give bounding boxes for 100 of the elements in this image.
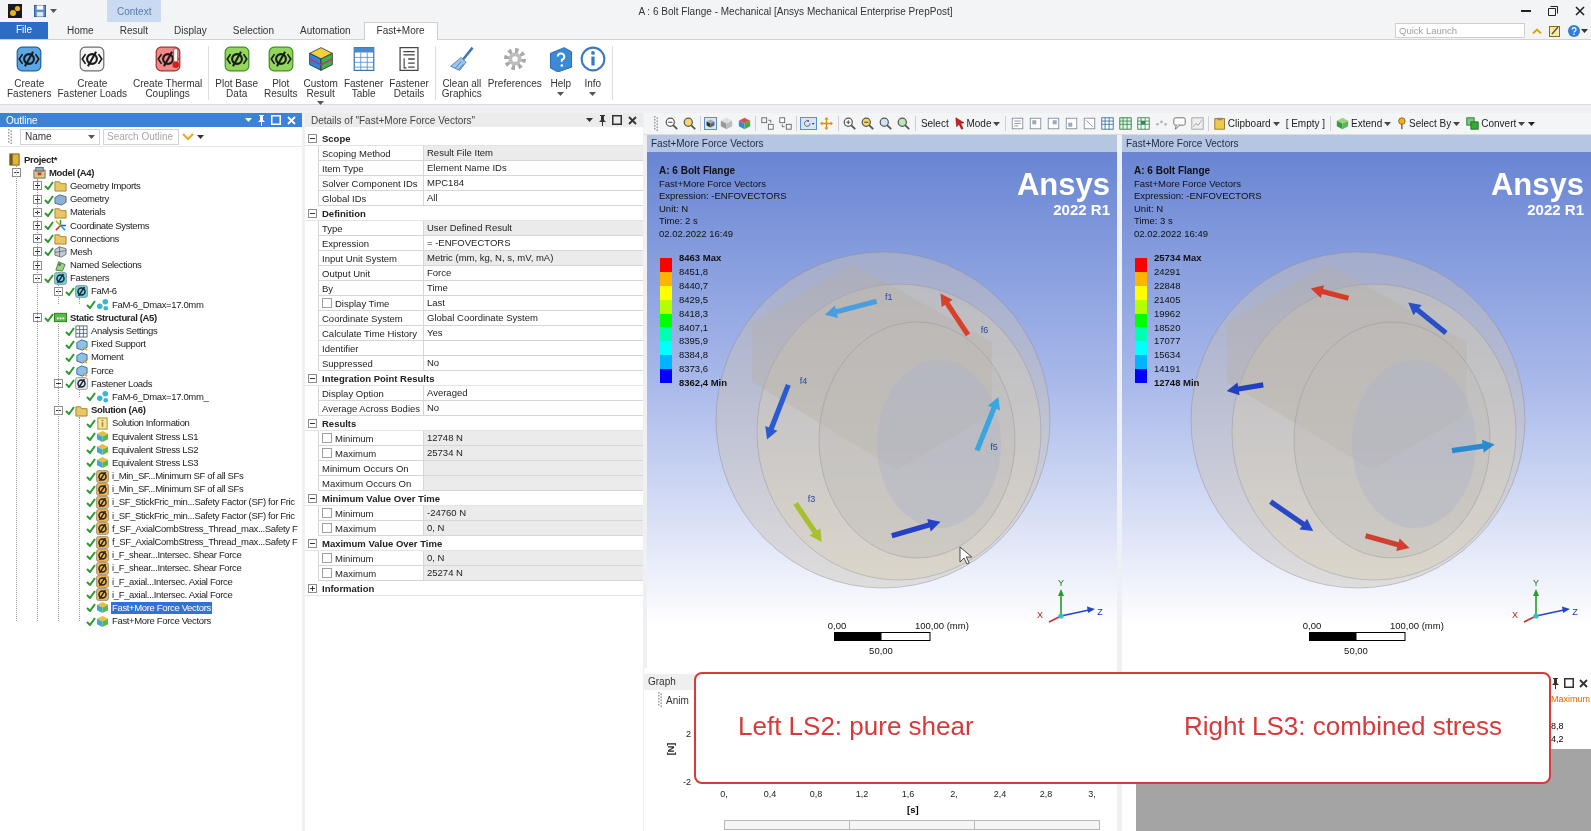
- ribbon-button[interactable]: Fastener Details: [386, 46, 432, 98]
- property-value[interactable]: Averaged: [424, 386, 643, 401]
- checkbox[interactable]: [322, 433, 332, 443]
- checkbox[interactable]: [322, 298, 332, 308]
- minus-box-icon[interactable]: [54, 405, 63, 415]
- ribbon-button[interactable]: Preferences: [484, 46, 545, 89]
- tree-item[interactable]: i_F_axial...Intersec. Axial Force: [111, 588, 234, 601]
- frame-icon[interactable]: [1082, 117, 1096, 130]
- property-value[interactable]: All: [424, 191, 643, 206]
- select-button[interactable]: Select: [917, 118, 952, 129]
- tree-item[interactable]: FaM-6_Dmax=17.0mm: [111, 298, 205, 311]
- caret-icon[interactable]: [1272, 121, 1280, 126]
- ribbon-button[interactable]: Plot Results: [261, 46, 301, 98]
- caret-icon[interactable]: [993, 121, 1001, 126]
- property-value[interactable]: Last: [424, 296, 643, 311]
- extend-button[interactable]: Extend: [1333, 117, 1395, 130]
- tree-item[interactable]: FaM-6_Dmax=17.0mm_: [111, 390, 210, 403]
- tree-item[interactable]: i_F_axial...Intersec. Axial Force: [111, 575, 234, 588]
- tree-item[interactable]: f_SF_AxialCombStress_Thread_max...Safety F: [111, 522, 299, 535]
- ribbon-button[interactable]: Clean all Graphics: [438, 46, 485, 98]
- tree-item[interactable]: Geometry Imports: [69, 179, 142, 192]
- minus-box-icon[interactable]: [308, 208, 317, 218]
- tree-item[interactable]: Coordinate Systems: [69, 219, 151, 232]
- tree-item[interactable]: i_SF_StickFric_min...Safety Factor (SF) for Fric: [111, 496, 296, 509]
- minus-box-icon[interactable]: [308, 373, 317, 383]
- caret-icon[interactable]: [1518, 121, 1526, 126]
- ribbon-button[interactable]: Create Thermal Couplings: [129, 46, 206, 98]
- caret-icon[interactable]: [1384, 121, 1392, 126]
- tree-item[interactable]: f_SF_AxialCombStress_Thread_max...Safety F: [111, 536, 299, 549]
- property-value[interactable]: Yes: [424, 326, 643, 341]
- ribbon-button[interactable]: Plot Base Data: [212, 46, 262, 98]
- magnifier-icon[interactable]: [682, 117, 696, 130]
- plus-box-icon[interactable]: [308, 583, 317, 593]
- checkbox[interactable]: [322, 553, 332, 563]
- magnifier-icon[interactable]: [664, 117, 678, 130]
- search-field[interactable]: Search Outline: [103, 128, 179, 145]
- magnifier-icon[interactable]: [861, 117, 875, 130]
- ribbon-button[interactable]: Create Fasteners: [4, 46, 55, 98]
- plus-box-icon[interactable]: [33, 207, 42, 217]
- property-value[interactable]: Global Coordinate System: [424, 311, 643, 326]
- restore-icon[interactable]: [1548, 6, 1558, 16]
- select-by-button[interactable]: Select By: [1394, 117, 1464, 130]
- ribbon-tab[interactable]: Automation: [287, 22, 364, 39]
- minus-box-icon[interactable]: [54, 286, 63, 296]
- ribbon-tab[interactable]: Display: [161, 22, 220, 39]
- clipboard-button[interactable]: Clipboard: [1211, 117, 1283, 130]
- caret-icon[interactable]: [197, 134, 204, 139]
- magnifier-icon[interactable]: [843, 117, 857, 130]
- table-grid-icon[interactable]: [1136, 117, 1150, 130]
- plus-box-icon[interactable]: [33, 234, 42, 244]
- tree-item[interactable]: Fast+More Force Vectors: [111, 601, 212, 614]
- tree-item[interactable]: i_SF_StickFric_min...Safety Factor (SF) for Fric: [111, 509, 296, 522]
- tree-item[interactable]: Solution (A6): [90, 404, 147, 417]
- tree-item[interactable]: Project*: [23, 153, 59, 166]
- select-box-icon[interactable]: [760, 117, 774, 130]
- property-value[interactable]: Force: [424, 266, 643, 281]
- tree-item[interactable]: Model (A4): [48, 166, 96, 179]
- tree-item[interactable]: Named Selections: [69, 259, 143, 272]
- ribbon-button[interactable]: Create Fastener Loads: [54, 46, 130, 98]
- table-grid-icon[interactable]: [1118, 117, 1132, 130]
- tree-item[interactable]: Fixed Support: [90, 338, 147, 351]
- checkbox[interactable]: [322, 508, 332, 518]
- frame-icon[interactable]: [1046, 117, 1060, 130]
- caret-icon[interactable]: [557, 91, 565, 96]
- property-value[interactable]: Time: [424, 281, 643, 296]
- plus-box-icon[interactable]: [33, 247, 42, 257]
- caret-icon[interactable]: [586, 118, 593, 122]
- grip-handle[interactable]: [8, 128, 12, 145]
- save-icon[interactable]: [34, 5, 46, 17]
- cube-icon[interactable]: [703, 117, 717, 130]
- property-value[interactable]: MPC184: [424, 176, 643, 191]
- close-icon[interactable]: [1575, 6, 1585, 16]
- ribbon-button[interactable]: Fastener Table: [340, 46, 387, 98]
- tree-item[interactable]: i_F_shear...Intersec. Shear Force: [111, 549, 243, 562]
- caret-icon[interactable]: [317, 101, 325, 105]
- checkbox[interactable]: [322, 448, 332, 458]
- frame-icon[interactable]: [1028, 117, 1042, 130]
- ribbon-tab[interactable]: Home: [54, 22, 107, 39]
- plus-box-icon[interactable]: [33, 194, 42, 204]
- maximize-icon[interactable]: [1564, 678, 1574, 688]
- rotate-icon[interactable]: [799, 117, 818, 130]
- magnifier-icon[interactable]: [897, 117, 911, 130]
- tree-item[interactable]: Fast+More Force Vectors: [111, 615, 212, 628]
- mode-button[interactable]: Mode: [951, 117, 1004, 130]
- grip-handle[interactable]: [658, 692, 662, 708]
- ribbon-button[interactable]: Custom Result: [300, 46, 341, 105]
- help-icon[interactable]: [1568, 24, 1580, 37]
- caret-icon[interactable]: [589, 91, 597, 96]
- ribbon-tab[interactable]: Fast+More: [363, 22, 438, 40]
- tree-item[interactable]: i_Min_SF...Minimum SF of all SFs: [111, 483, 245, 496]
- maximize-icon[interactable]: [612, 115, 622, 125]
- grip-handle[interactable]: [654, 115, 658, 132]
- property-value[interactable]: No: [424, 401, 643, 416]
- pin-icon[interactable]: [599, 114, 606, 126]
- caret-icon[interactable]: [88, 134, 95, 139]
- property-value[interactable]: Element Name IDs: [424, 161, 643, 176]
- frame-icon[interactable]: [1064, 117, 1078, 130]
- checkbox[interactable]: [322, 568, 332, 578]
- tree-item[interactable]: FaM-6: [90, 285, 118, 298]
- tree-item[interactable]: Geometry: [69, 193, 110, 206]
